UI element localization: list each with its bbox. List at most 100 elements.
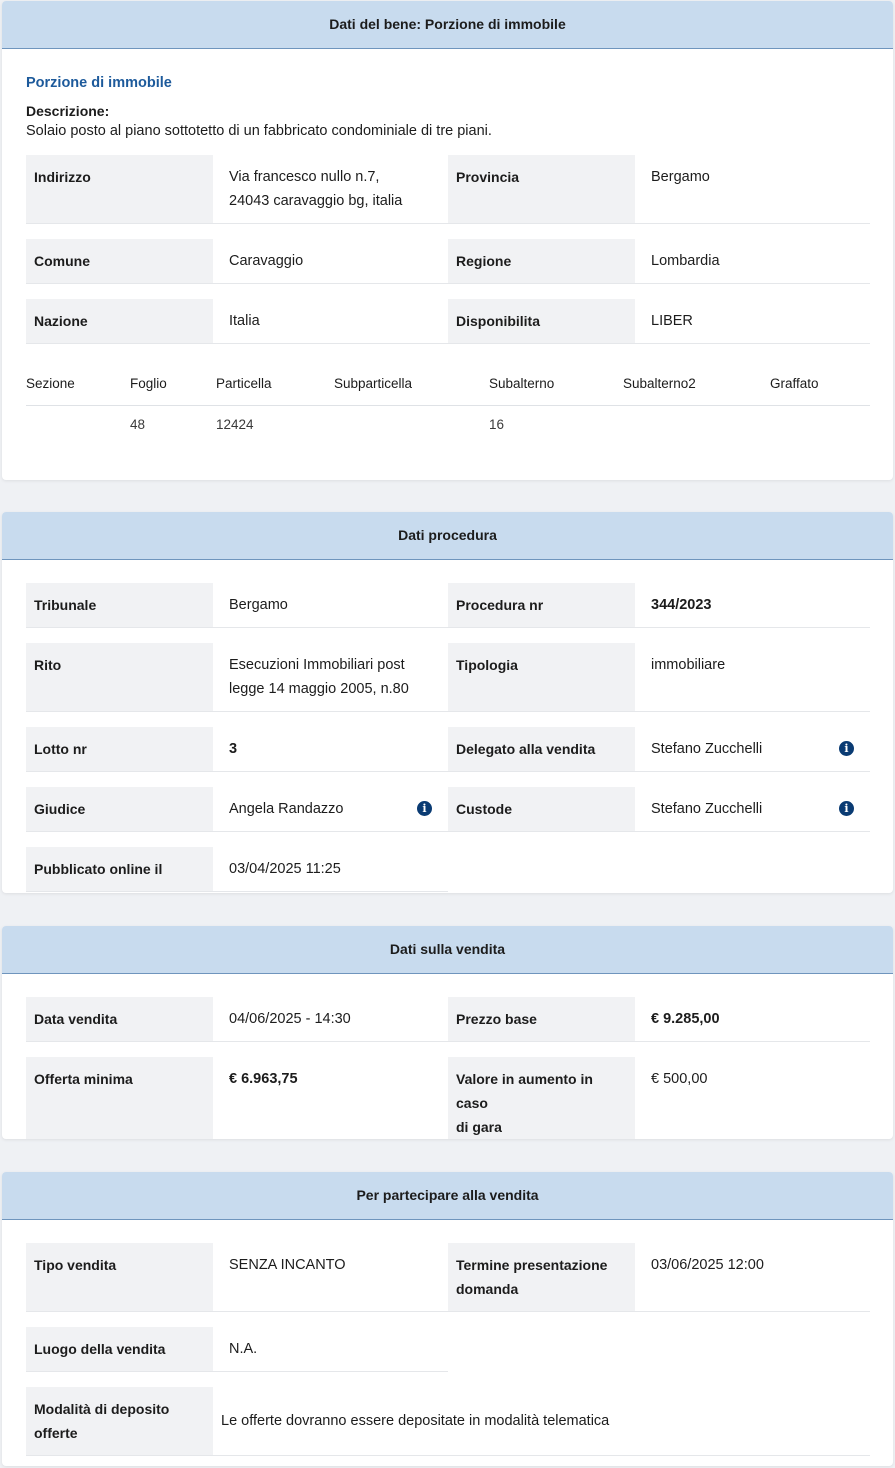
data-vendita-label: Data vendita <box>26 997 213 1041</box>
info-row: Pubblicato online il 03/04/2025 11:25 <box>26 847 448 892</box>
prezzo-base-value: € 9.285,00 <box>651 1011 720 1027</box>
info-row: Luogo della vendita N.A. <box>26 1327 448 1372</box>
catasto-header-subalterno: Subalterno <box>489 370 623 406</box>
rito-line2: legge 14 maggio 2005, n.80 <box>229 681 409 697</box>
delegato-value: Stefano Zucchelli i <box>635 727 870 771</box>
delegato-name: Stefano Zucchelli <box>651 741 763 757</box>
info-icon[interactable]: i <box>839 741 854 756</box>
deposito-label-line2: offerte <box>34 1425 78 1441</box>
delegato-label: Delegato alla vendita <box>448 727 635 771</box>
description-label: Descrizione: <box>26 103 110 119</box>
table-row: 48 12424 16 <box>26 406 870 443</box>
card-header-partecipare: Per partecipare alla vendita <box>2 1172 893 1220</box>
pubblicato-value: 03/04/2025 11:25 <box>229 861 341 877</box>
catasto-header-row: Sezione Foglio Particella Subparticella … <box>26 370 870 406</box>
custode-label: Custode <box>448 787 635 831</box>
catasto-cell-subalterno2 <box>623 406 770 443</box>
disponibilita-label: Disponibilita <box>448 299 635 343</box>
comune-value: Caravaggio <box>229 253 304 269</box>
info-row: Tipo vendita SENZA INCANTO Termine prese… <box>26 1243 870 1312</box>
catasto-header-particella: Particella <box>216 370 334 406</box>
rito-value: Esecuzioni Immobiliari post legge 14 magg… <box>213 643 448 711</box>
data-vendita-value: 04/06/2025 - 14:30 <box>229 1011 351 1027</box>
catasto-cell-graffato <box>770 406 870 443</box>
giudice-value: Angela Randazzo i <box>213 787 448 831</box>
info-row: Indirizzo Via francesco nullo n.7, 24043 … <box>26 155 870 224</box>
indirizzo-line2: 24043 caravaggio bg, italia <box>229 193 403 209</box>
pubblicato-label: Pubblicato online il <box>26 847 213 891</box>
info-row: Lotto nr 3 Delegato alla vendita Stefano… <box>26 727 870 772</box>
procedura-value: 344/2023 <box>651 597 712 613</box>
catasto-cell-sezione <box>26 406 130 443</box>
card-dati-procedura: Dati procedura Tribunale Bergamo Procedu… <box>2 512 893 893</box>
offerta-minima-label: Offerta minima <box>26 1057 213 1139</box>
aumento-label: Valore in aumento in caso di gara <box>448 1057 635 1139</box>
catasto-header-subparticella: Subparticella <box>334 370 489 406</box>
lotto-value: 3 <box>229 741 238 757</box>
nazione-label: Nazione <box>26 299 213 343</box>
rito-label: Rito <box>26 643 213 711</box>
deposito-label: Modalità di deposito offerte <box>26 1387 213 1455</box>
termine-value: 03/06/2025 12:00 <box>651 1257 764 1273</box>
rito-line1: Esecuzioni Immobiliari post <box>229 657 405 673</box>
info-icon[interactable]: i <box>417 801 432 816</box>
info-row: Tribunale Bergamo Procedura nr 344/2023 <box>26 583 870 628</box>
card-dati-vendita: Dati sulla vendita Data vendita 04/06/20… <box>2 926 893 1139</box>
info-row: Offerta minima € 6.963,75 Valore in aume… <box>26 1057 870 1139</box>
tipologia-label: Tipologia <box>448 643 635 711</box>
procedura-label: Procedura nr <box>448 583 635 627</box>
termine-label: Termine presentazione domanda <box>448 1243 635 1311</box>
nazione-value: Italia <box>229 313 260 329</box>
provincia-value: Bergamo <box>651 169 710 185</box>
indirizzo-line1: Via francesco nullo n.7, <box>229 169 380 185</box>
regione-label: Regione <box>448 239 635 283</box>
aumento-label-line1: Valore in aumento in caso <box>456 1071 593 1111</box>
info-row: Rito Esecuzioni Immobiliari post legge 14… <box>26 643 870 712</box>
termine-label-line2: domanda <box>456 1281 519 1297</box>
catasto-header-subalterno2: Subalterno2 <box>623 370 770 406</box>
termine-label-line1: Termine presentazione <box>456 1257 608 1273</box>
disponibilita-value: LIBER <box>651 313 693 329</box>
luogo-value: N.A. <box>229 1341 258 1357</box>
info-row: Data vendita 04/06/2025 - 14:30 Prezzo b… <box>26 997 870 1042</box>
catasto-cell-subalterno: 16 <box>489 417 505 432</box>
catasto-header-graffato: Graffato <box>770 370 870 406</box>
card-header-dati-bene: Dati del bene: Porzione di immobile <box>2 1 893 49</box>
info-row: Comune Caravaggio Regione Lombardia <box>26 239 870 284</box>
prezzo-base-label: Prezzo base <box>448 997 635 1041</box>
lotto-label: Lotto nr <box>26 727 213 771</box>
aumento-label-line2: di gara <box>456 1119 502 1135</box>
tribunale-label: Tribunale <box>26 583 213 627</box>
catasto-cell-subparticella <box>334 406 489 443</box>
description-text: Solaio posto al piano sottotetto di un f… <box>26 123 492 139</box>
regione-value: Lombardia <box>651 253 720 269</box>
custode-value: Stefano Zucchelli i <box>635 787 870 831</box>
custode-name: Stefano Zucchelli <box>651 801 763 817</box>
catasto-header-sezione: Sezione <box>26 370 130 406</box>
catasto-cell-particella: 12424 <box>216 417 254 432</box>
tipo-vendita-label: Tipo vendita <box>26 1243 213 1311</box>
info-row: Modalità di deposito offerte Le offerte d… <box>26 1387 870 1456</box>
tipologia-value: immobiliare <box>651 657 726 673</box>
provincia-label: Provincia <box>448 155 635 223</box>
deposito-value: Le offerte dovranno essere depositate in… <box>221 1413 610 1429</box>
catasto-cell-foglio: 48 <box>130 417 146 432</box>
tipo-vendita-value: SENZA INCANTO <box>229 1257 346 1273</box>
indirizzo-label: Indirizzo <box>26 155 213 223</box>
comune-label: Comune <box>26 239 213 283</box>
tribunale-value: Bergamo <box>229 597 288 613</box>
info-row: Nazione Italia Disponibilita LIBER <box>26 299 870 344</box>
card-partecipare: Per partecipare alla vendita Tipo vendit… <box>2 1172 893 1466</box>
luogo-label: Luogo della vendita <box>26 1327 213 1371</box>
aumento-value: € 500,00 <box>651 1071 708 1087</box>
section-title: Porzione di immobile <box>26 75 172 91</box>
info-icon[interactable]: i <box>839 801 854 816</box>
deposito-label-line1: Modalità di deposito <box>34 1401 170 1417</box>
giudice-name: Angela Randazzo <box>229 801 344 817</box>
card-header-dati-vendita: Dati sulla vendita <box>2 926 893 974</box>
indirizzo-value: Via francesco nullo n.7, 24043 caravaggio… <box>213 155 448 223</box>
giudice-label: Giudice <box>26 787 213 831</box>
catasto-table: Sezione Foglio Particella Subparticella … <box>26 370 870 442</box>
card-header-dati-procedura: Dati procedura <box>2 512 893 560</box>
catasto-header-foglio: Foglio <box>130 370 216 406</box>
